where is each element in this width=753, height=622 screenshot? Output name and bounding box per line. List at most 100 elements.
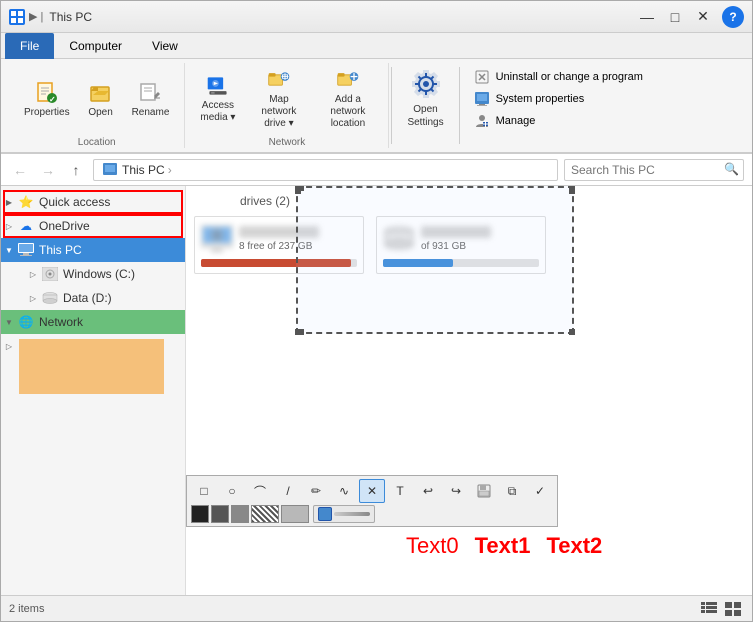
open-button[interactable]: Open [81, 76, 121, 123]
ellipse-tool-button[interactable]: ○ [219, 479, 245, 503]
confirm-button[interactable]: ✓ [527, 479, 553, 503]
pencil-tool-button[interactable]: ✏ [303, 479, 329, 503]
save-button[interactable] [471, 479, 497, 503]
text-tool-button[interactable]: T [387, 479, 413, 503]
help-button[interactable]: ? [722, 6, 744, 28]
properties-button[interactable]: ✓ Properties [17, 76, 77, 123]
uninstall-button[interactable]: Uninstall or change a program [470, 67, 647, 87]
back-button[interactable]: ← [9, 159, 31, 181]
net-icon: 🌐 [17, 313, 35, 331]
up-button[interactable]: ↑ [65, 159, 87, 181]
window-title: This PC [49, 10, 634, 24]
access-media-button[interactable]: Accessmedia ▾ [193, 69, 242, 129]
forward-button[interactable]: → [37, 159, 59, 181]
details-view-button[interactable] [698, 600, 720, 618]
handle-tr[interactable] [569, 186, 575, 191]
title-bar: ▶ | This PC — □ ✕ ? [1, 1, 752, 33]
sidebar-item-windows-c[interactable]: ▷ Windows (C:) [1, 262, 185, 286]
tab-view[interactable]: View [137, 33, 193, 59]
open-settings-label: OpenSettings [407, 103, 443, 129]
network-buttons: Accessmedia ▾ Map networ [193, 63, 380, 135]
sidebar-item-data-d[interactable]: ▷ Data (D:) [1, 286, 185, 310]
properties-icon: ✓ [35, 81, 59, 105]
open-settings-button[interactable]: OpenSettings [394, 63, 456, 148]
large-icons-view-button[interactable] [722, 600, 744, 618]
cross-tool-button[interactable]: ✕ [359, 479, 385, 503]
drive-d-detail: of 931 GB [421, 241, 539, 252]
line-tool-button[interactable]: / [275, 479, 301, 503]
drawing-tools-row: □ ○ ⌒ / ✏ ∿ ✕ T ↩ ↪ [191, 479, 553, 503]
status-bar: 2 items [1, 595, 752, 621]
sidebar-item-quick-access[interactable]: ▶ ⭐ Quick access [1, 190, 185, 214]
add-network-location-button[interactable]: Add a networklocation [315, 63, 380, 135]
copy-button[interactable]: ⧉ [499, 479, 525, 503]
system-props-label: System properties [496, 93, 585, 105]
add-network-label: Add a networklocation [322, 94, 373, 130]
system-props-button[interactable]: System properties [470, 89, 647, 109]
search-input[interactable] [564, 159, 744, 181]
redo-button[interactable]: ↪ [443, 479, 469, 503]
tab-file[interactable]: File [5, 33, 54, 59]
location-buttons: ✓ Properties Open [17, 63, 176, 135]
undo-button[interactable]: ↩ [415, 479, 441, 503]
view-buttons [698, 600, 744, 618]
net-expand[interactable]: ▼ [1, 314, 17, 330]
address-separator: › [168, 163, 172, 177]
address-bar: ← → ↑ This PC › 🔍 [1, 154, 752, 186]
thispc-expand[interactable]: ▼ [1, 242, 17, 258]
arc-tool-button[interactable]: ⌒ [247, 479, 273, 503]
datad-expand[interactable]: ▷ [25, 290, 41, 306]
opacity-slider-handle[interactable] [318, 507, 332, 521]
quick-access-icon: ▶ | [29, 10, 43, 23]
opacity-slider-track[interactable] [334, 512, 370, 516]
network-group-label: Network [193, 135, 380, 148]
handle-bm[interactable] [298, 329, 304, 335]
sidebar-label-this-pc: This PC [39, 243, 177, 257]
handle-bl[interactable] [295, 329, 301, 335]
qa-expand[interactable]: ▶ [1, 194, 17, 210]
manage-button[interactable]: Manage [470, 111, 647, 131]
ribbon-right-items: Uninstall or change a program System pro… [462, 63, 655, 148]
tab-computer[interactable]: Computer [54, 33, 137, 59]
address-path: This PC › [93, 159, 558, 181]
color-pattern[interactable] [251, 505, 279, 523]
location-group-label: Location [17, 135, 176, 148]
rect-tool-button[interactable]: □ [191, 479, 217, 503]
sidebar-item-this-pc[interactable]: ▼ This PC [1, 238, 185, 262]
color-black3[interactable] [231, 505, 249, 523]
map-drive-icon [267, 68, 291, 92]
close-button[interactable]: ✕ [690, 6, 716, 28]
ribbon-group-network: Accessmedia ▾ Map networ [185, 63, 389, 148]
rename-button[interactable]: Rename [125, 76, 177, 123]
handle-tm[interactable] [298, 186, 304, 191]
rename-icon [138, 81, 162, 105]
drawing-toolbar: □ ○ ⌒ / ✏ ∿ ✕ T ↩ ↪ [186, 475, 558, 527]
drive-item-data-d[interactable]: of 931 GB [376, 216, 546, 274]
color-black1[interactable] [191, 505, 209, 523]
window: ▶ | This PC — □ ✕ ? File Computer View [0, 0, 753, 622]
winc-expand[interactable]: ▷ [25, 266, 41, 282]
hg-expand[interactable]: ▷ [1, 338, 17, 354]
bezier-tool-button[interactable]: ∿ [331, 479, 357, 503]
sidebar-label-windows-c: Windows (C:) [63, 267, 177, 281]
sidebar-item-network[interactable]: ▼ 🌐 Network [1, 310, 185, 334]
annotation-texts: Text0 Text1 Text2 [406, 533, 602, 559]
datad-icon [41, 289, 59, 307]
sidebar-item-homegroup[interactable]: ▷ 🏠 Homegroup [1, 334, 185, 394]
manage-label: Manage [496, 115, 536, 127]
color-black2[interactable] [211, 505, 229, 523]
handle-tl[interactable] [295, 186, 301, 191]
sidebar-label-data-d: Data (D:) [63, 291, 177, 305]
drive-c-detail: 8 free of 237 GB [239, 241, 357, 252]
address-path-thispc[interactable]: This PC [122, 163, 165, 177]
sidebar-label-network: Network [39, 315, 177, 329]
maximize-button[interactable]: □ [662, 6, 688, 28]
od-expand[interactable]: ▷ [1, 218, 17, 234]
manage-icon [474, 113, 490, 129]
color-semi[interactable] [281, 505, 309, 523]
handle-br[interactable] [569, 329, 575, 335]
sidebar-item-onedrive[interactable]: ▷ ☁ OneDrive [1, 214, 185, 238]
minimize-button[interactable]: — [634, 6, 660, 28]
map-network-drive-button[interactable]: Map networkdrive ▾ [246, 63, 311, 135]
drive-item-windows-c[interactable]: 8 free of 237 GB [194, 216, 364, 274]
